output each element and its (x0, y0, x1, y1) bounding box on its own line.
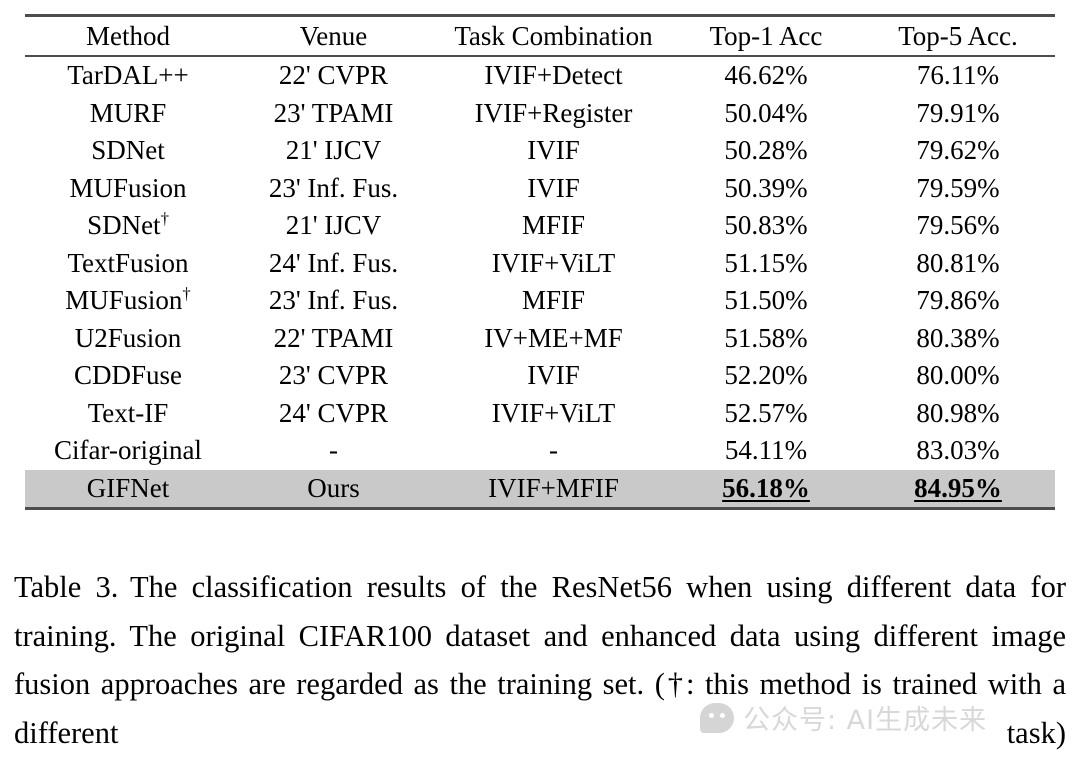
cell-top1-acc: 56.18% (671, 469, 861, 509)
cell-method: TextFusion (67, 247, 189, 278)
cell-top1-acc: 54.11% (724, 435, 808, 466)
table-row: Text-IF 24' CVPR IVIF+ViLT 52.57% 80.98% (25, 395, 1055, 433)
classification-results-table: Method Venue Task Combination Top-1 Acc … (25, 14, 1055, 511)
cell-venue: 22' TPAMI (273, 322, 394, 353)
cell-method: Text-IF (87, 397, 169, 428)
cell-method: TarDAL++ (67, 60, 189, 91)
caption-text: The classification results of the ResNet… (14, 570, 1066, 750)
cell-top5-acc: 76.11% (916, 60, 1000, 91)
cell-top1-acc: 52.57% (724, 397, 808, 428)
cell-method: MUFusion (69, 172, 187, 203)
cell-top5-acc: 80.81% (916, 247, 1000, 278)
cell-venue: 21' IJCV (285, 135, 382, 166)
cell-venue: 23' TPAMI (273, 97, 394, 128)
table-header-row: Method Venue Task Combination Top-1 Acc … (25, 17, 1055, 56)
cell-top5-acc: 80.38% (916, 322, 1000, 353)
table-row: Cifar-original - - 54.11% 83.03% (25, 432, 1055, 470)
table-row: TarDAL++ 22' CVPR IVIF+Detect 46.62% 76.11% (25, 57, 1055, 95)
table-body: TarDAL++ 22' CVPR IVIF+Detect 46.62% 76.11% M… (25, 57, 1055, 509)
cell-top5-acc: 79.62% (916, 135, 1000, 166)
cell-top1-acc: 51.50% (724, 285, 808, 316)
cell-top5-acc: 80.98% (916, 397, 1000, 428)
cell-top1-acc: 50.39% (724, 172, 808, 203)
results-table-container: Method Venue Task Combination Top-1 Acc … (25, 14, 1055, 511)
cell-method: U2Fusion (74, 322, 182, 353)
cell-top5-acc: 79.56% (916, 210, 1000, 241)
cell-venue: 23' Inf. Fus. (268, 172, 399, 203)
table-row: CDDFuse 23' CVPR IVIF 52.20% 80.00% (25, 357, 1055, 395)
column-header-top5-acc: Top-5 Acc. (898, 20, 1018, 51)
cell-task-combination: IVIF+MFIF (436, 469, 671, 509)
cell-method: GIFNet (25, 469, 231, 509)
cell-top5-acc: 83.03% (916, 435, 1000, 466)
cell-top1-acc: 50.04% (724, 97, 808, 128)
dagger-marker: † (160, 209, 169, 229)
cell-task-combination: IVIF (527, 172, 580, 203)
table-row: SDNet† 21' IJCV MFIF 50.83% 79.56% (25, 207, 1055, 245)
cell-method: CDDFuse (73, 360, 182, 391)
cell-top5-acc: 80.00% (916, 360, 1000, 391)
cell-method: SDNet (91, 135, 165, 166)
table-row: TextFusion 24' Inf. Fus. IVIF+ViLT 51.15% 80… (25, 245, 1055, 283)
table-header: Method Venue Task Combination Top-1 Acc … (25, 14, 1055, 58)
cell-top1-acc: 46.62% (724, 60, 808, 91)
cell-method: SDNet† (87, 209, 169, 241)
cell-task-combination: IVIF+ViLT (491, 247, 616, 278)
cell-venue: 22' CVPR (278, 60, 389, 91)
cell-top1-acc: 51.15% (724, 247, 808, 278)
dagger-marker: † (182, 284, 191, 304)
cell-venue: 24' Inf. Fus. (268, 247, 399, 278)
cell-venue: 23' CVPR (278, 360, 389, 391)
column-header-task-combination: Task Combination (454, 20, 653, 51)
table-row: MUFusion† 23' Inf. Fus. MFIF 51.50% 79.86% (25, 282, 1055, 320)
cell-task-combination: IV+ME+MF (484, 322, 623, 353)
cell-method: Cifar-original (54, 435, 202, 466)
cell-task-combination: IVIF (527, 135, 580, 166)
cell-task-combination: MFIF (521, 210, 586, 241)
cell-task-combination: IVIF+ViLT (491, 397, 616, 428)
cell-task-combination: MFIF (521, 285, 586, 316)
table-footer (25, 507, 1055, 511)
column-header-method: Method (86, 20, 170, 51)
table-row: MUFusion 23' Inf. Fus. IVIF 50.39% 79.59% (25, 170, 1055, 208)
cell-top1-acc: 51.58% (724, 322, 808, 353)
cell-method: MUFusion† (65, 284, 191, 316)
table-row: MURF 23' TPAMI IVIF+Register 50.04% 79.91% (25, 95, 1055, 133)
cell-top5-acc: 84.95% (861, 469, 1055, 509)
cell-venue: 24' CVPR (278, 397, 389, 428)
cell-task-combination: IVIF+Detect (484, 60, 623, 91)
cell-top5-acc: 79.59% (916, 172, 1000, 203)
cell-method: MURF (89, 97, 167, 128)
column-header-top1-acc: Top-1 Acc (709, 20, 823, 51)
caption-label: Table 3. (14, 570, 119, 604)
table-bottom-rule (25, 507, 1055, 511)
table-row: GIFNet Ours IVIF+MFIF 56.18% 84.95% (25, 469, 1055, 509)
column-header-venue: Venue (299, 20, 368, 51)
table-caption: Table 3. The classification results of th… (14, 563, 1066, 757)
cell-top1-acc: 50.28% (724, 135, 808, 166)
cell-venue: 23' Inf. Fus. (268, 285, 399, 316)
cell-venue: - (329, 435, 338, 466)
cell-task-combination: IVIF (527, 360, 580, 391)
cell-task-combination: - (549, 435, 558, 466)
cell-venue: 21' IJCV (285, 210, 382, 241)
table-row: U2Fusion 22' TPAMI IV+ME+MF 51.58% 80.38% (25, 320, 1055, 358)
cell-top5-acc: 79.91% (916, 97, 1000, 128)
cell-top1-acc: 52.20% (724, 360, 808, 391)
cell-task-combination: IVIF+Register (474, 97, 633, 128)
cell-venue: Ours (231, 469, 436, 509)
table-row: SDNet 21' IJCV IVIF 50.28% 79.62% (25, 132, 1055, 170)
cell-top5-acc: 79.86% (916, 285, 1000, 316)
cell-top1-acc: 50.83% (724, 210, 808, 241)
